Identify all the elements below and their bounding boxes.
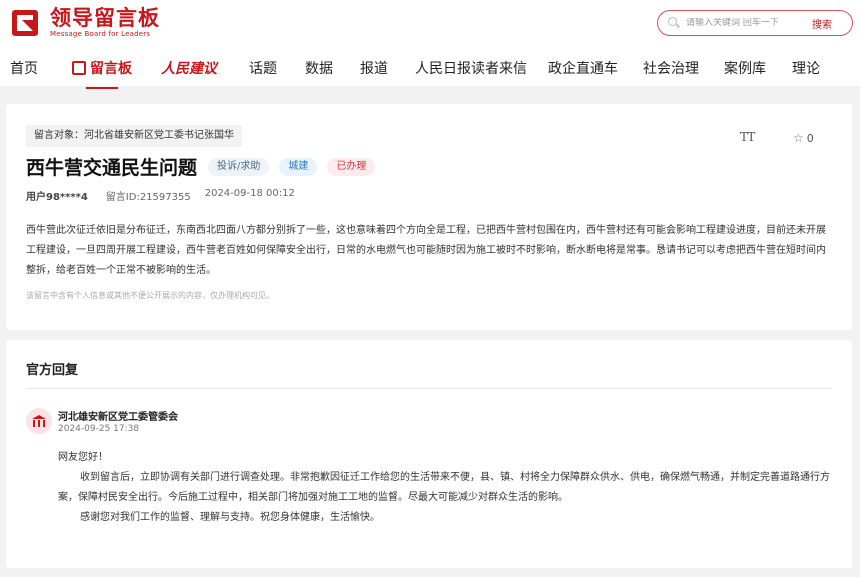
reply-greeting: 网友您好！	[58, 452, 108, 463]
author: 用户98****4	[26, 192, 88, 203]
nav-gov-enterprise[interactable]: 政企直通车	[548, 58, 618, 78]
main-nav: 首页 留言板 人民建议 话题 数据 报道 人民日报读者来信 政企直通车 社会治理…	[0, 50, 860, 89]
reply-card: 官方回复 河北雄安新区党工委管委会 2024-09-25 17:38 网友您好！…	[6, 340, 852, 568]
nav-home[interactable]: 首页	[10, 58, 38, 78]
title-row: 西牛营交通民生问题 投诉/求助 城建 已办理	[26, 153, 376, 180]
type-badge: 投诉/求助	[208, 157, 270, 176]
nav-theory[interactable]: 理论	[792, 58, 820, 78]
logo-subtitle: Message Board for Leaders	[50, 30, 151, 38]
reply-paragraph: 收到留言后，立即协调有关部门进行调查处理。非常抱歉因征迁工作给您的生活带来不便，…	[58, 472, 830, 503]
message-datetime: 2024-09-18 00:12	[204, 188, 295, 199]
status-badge: 已办理	[327, 157, 376, 176]
message-meta: 用户98****4 留言ID:21597355 2024-09-18 00:12	[26, 188, 295, 203]
search-box: 搜索	[657, 10, 853, 36]
reply-body: 网友您好！ 收到留言后，立即协调有关部门进行调查处理。非常抱歉因征迁工作给您的生…	[58, 448, 838, 528]
privacy-notice: 该留言中含有个人信息或其他不便公开展示的内容，仅办理机构可见。	[26, 291, 274, 300]
nav-reports[interactable]: 报道	[360, 58, 388, 78]
message-title: 西牛营交通民生问题	[26, 157, 198, 179]
pen-icon	[72, 61, 86, 75]
nav-case-library[interactable]: 案例库	[724, 58, 766, 78]
search-button[interactable]: 搜索	[812, 16, 832, 31]
reply-closing: 感谢您对我们工作的监督、理解与支持。祝您身体健康，生活愉快。	[80, 512, 380, 523]
reply-org: 河北雄安新区党工委管委会	[58, 412, 178, 423]
nav-people-suggestions[interactable]: 人民建议	[161, 58, 217, 78]
logo-icon	[10, 8, 44, 38]
search-input[interactable]	[686, 18, 806, 28]
favorite-button[interactable]: ☆ 0	[793, 131, 814, 145]
active-tab-indicator	[86, 87, 118, 89]
search-icon	[668, 17, 680, 29]
message-card: 留言对象：河北省雄安新区党工委书记张国华 TT ☆ 0 西牛营交通民生问题 投诉/…	[6, 104, 852, 330]
logo-title: 领导留言板	[50, 6, 160, 30]
message-id: 留言ID:21597355	[105, 192, 191, 203]
nav-readers-letters[interactable]: 人民日报读者来信	[415, 58, 527, 78]
nav-data[interactable]: 数据	[305, 58, 333, 78]
site-logo[interactable]: 领导留言板 Message Board for Leaders	[10, 6, 160, 39]
top-header: 领导留言板 Message Board for Leaders 搜索 首页 留言…	[0, 0, 860, 89]
message-content: 西牛营此次征迁依旧是分布征迁，东南西北四面八方都分别拆了一些，这也意味着四个方向…	[26, 225, 826, 276]
nav-message-board[interactable]: 留言板	[72, 58, 132, 89]
nav-message-board-label: 留言板	[90, 61, 132, 77]
divider	[26, 388, 832, 389]
font-size-icon[interactable]: TT	[740, 130, 755, 144]
message-target: 留言对象：河北省雄安新区党工委书记张国华	[26, 125, 242, 147]
favorite-count: 0	[806, 131, 814, 145]
reply-heading: 官方回复	[26, 363, 79, 378]
reply-time: 2024-09-25 17:38	[58, 424, 140, 434]
nav-social-governance[interactable]: 社会治理	[643, 58, 699, 78]
nav-topics[interactable]: 话题	[249, 58, 277, 78]
star-icon: ☆	[793, 131, 804, 145]
government-building-icon	[26, 408, 52, 434]
domain-badge: 城建	[279, 157, 318, 176]
